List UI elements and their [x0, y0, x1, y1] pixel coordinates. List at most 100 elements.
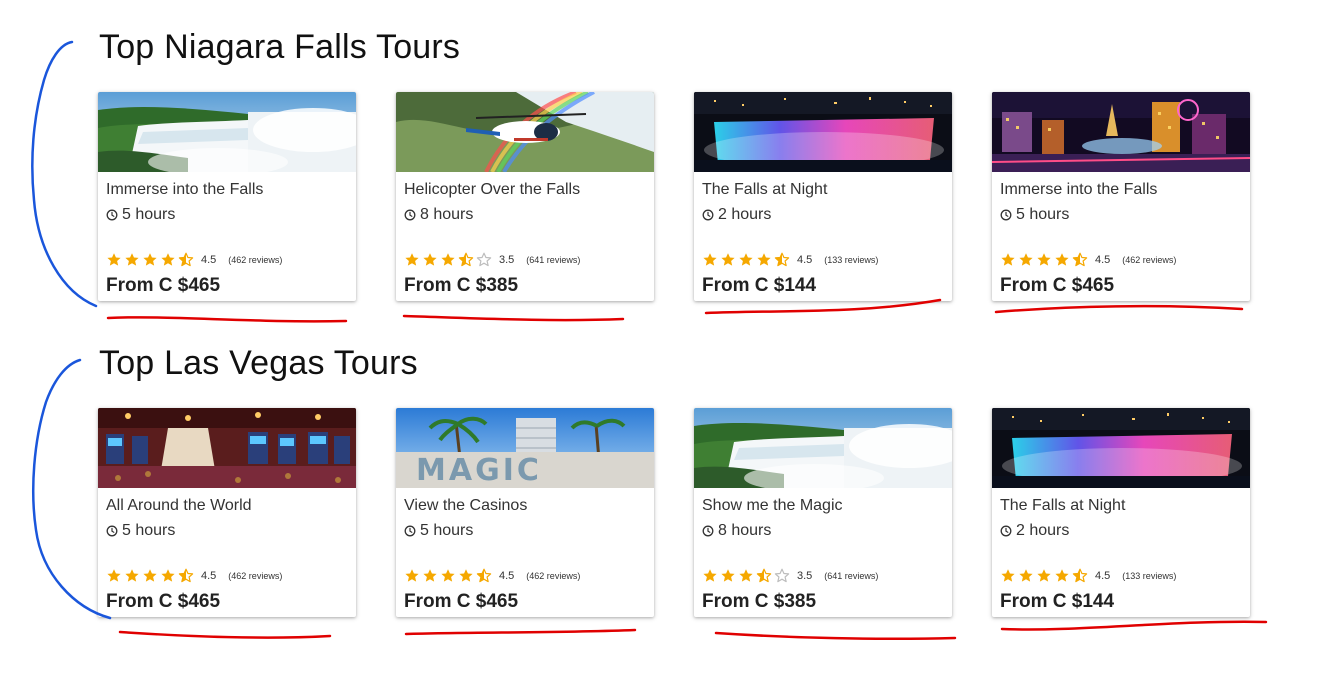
star-icon	[739, 253, 753, 266]
tour-rating: 4.5 (133 reviews)	[1000, 568, 1176, 584]
star-half-icon	[178, 568, 194, 583]
reviews-count[interactable]: (462 reviews)	[228, 571, 282, 581]
clock-icon	[702, 525, 714, 537]
tour-image[interactable]	[396, 92, 654, 172]
star-half-icon	[458, 252, 474, 267]
tour-image[interactable]	[98, 92, 356, 172]
tour-image[interactable]	[694, 408, 952, 488]
reviews-count[interactable]: (641 reviews)	[526, 255, 580, 265]
tour-rating: 4.5 (462 reviews)	[106, 252, 282, 268]
star-icon	[459, 569, 473, 582]
section-title-niagara: Top Niagara Falls Tours	[99, 28, 461, 66]
duration-text: 5 hours	[1016, 206, 1070, 223]
rating-value: 4.5	[1095, 570, 1111, 582]
duration-text: 5 hours	[122, 522, 176, 539]
star-icon	[1001, 253, 1015, 266]
section-title-las-vegas: Top Las Vegas Tours	[99, 344, 418, 382]
star-empty-icon	[774, 568, 790, 583]
tour-image[interactable]	[992, 92, 1250, 172]
tour-rating: 4.5 (462 reviews)	[404, 568, 580, 584]
annotation-underline	[106, 316, 348, 323]
tour-image[interactable]	[694, 92, 952, 172]
clock-icon	[404, 209, 416, 221]
rating-value: 3.5	[499, 254, 515, 266]
star-icon	[423, 253, 437, 266]
tour-cards-niagara: Immerse into the Falls 5 hours 4.5 (462 r…	[98, 92, 1278, 303]
tour-price: From C $385	[404, 275, 519, 296]
tour-duration: 5 hours	[404, 522, 473, 540]
star-icon	[107, 253, 121, 266]
star-icon	[703, 569, 717, 582]
tour-title[interactable]: All Around the World	[106, 497, 252, 515]
tour-duration: 2 hours	[702, 206, 771, 224]
annotation-underline	[994, 304, 1244, 314]
tour-card[interactable]: MAGIC View the Casinos 5 hours 4.5 (462 r…	[396, 408, 654, 617]
star-icon	[1019, 569, 1033, 582]
reviews-count[interactable]: (462 reviews)	[228, 255, 282, 265]
star-rating	[1000, 252, 1088, 268]
tour-cards-las-vegas: All Around the World 5 hours 4.5 (462 rev…	[98, 408, 1278, 619]
tour-title[interactable]: The Falls at Night	[702, 181, 827, 199]
annotation-underline	[1000, 620, 1268, 631]
star-icon	[1055, 253, 1069, 266]
tour-title[interactable]: View the Casinos	[404, 497, 527, 515]
star-rating	[404, 252, 492, 268]
tour-image[interactable]: MAGIC	[396, 408, 654, 488]
tour-card[interactable]: The Falls at Night 2 hours 4.5 (133 revie…	[694, 92, 952, 301]
star-rating	[1000, 568, 1088, 584]
reviews-count[interactable]: (462 reviews)	[526, 571, 580, 581]
star-icon	[1055, 569, 1069, 582]
tour-duration: 8 hours	[404, 206, 473, 224]
duration-text: 8 hours	[718, 522, 772, 539]
star-icon	[1019, 253, 1033, 266]
tour-title[interactable]: Helicopter Over the Falls	[404, 181, 580, 199]
tour-card[interactable]: Show me the Magic 8 hours 3.5 (641 review…	[694, 408, 952, 617]
annotation-underline	[118, 630, 332, 639]
clock-icon	[1000, 209, 1012, 221]
star-rating	[106, 252, 194, 268]
tour-duration: 5 hours	[1000, 206, 1069, 224]
tour-title[interactable]: Immerse into the Falls	[1000, 181, 1157, 199]
rating-value: 4.5	[201, 254, 217, 266]
star-icon	[1037, 569, 1051, 582]
star-icon	[703, 253, 717, 266]
tour-card[interactable]: Immerse into the Falls 5 hours 4.5 (462 r…	[98, 92, 356, 301]
tour-duration: 8 hours	[702, 522, 771, 540]
tour-price: From C $385	[702, 591, 817, 612]
star-empty-icon	[476, 252, 492, 267]
tour-rating: 4.5 (462 reviews)	[106, 568, 282, 584]
star-rating	[702, 568, 790, 584]
reviews-count[interactable]: (462 reviews)	[1122, 255, 1176, 265]
tour-duration: 2 hours	[1000, 522, 1069, 540]
star-icon	[125, 253, 139, 266]
tour-card[interactable]: All Around the World 5 hours 4.5 (462 rev…	[98, 408, 356, 617]
star-icon	[1037, 253, 1051, 266]
duration-text: 2 hours	[1016, 522, 1070, 539]
tour-image[interactable]	[98, 408, 356, 488]
reviews-count[interactable]: (133 reviews)	[824, 255, 878, 265]
tour-rating: 4.5 (462 reviews)	[1000, 252, 1176, 268]
annotation-underline	[404, 628, 637, 636]
star-icon	[441, 253, 455, 266]
clock-icon	[702, 209, 714, 221]
tour-title[interactable]: Immerse into the Falls	[106, 181, 263, 199]
tour-card[interactable]: Immerse into the Falls 5 hours 4.5 (462 r…	[992, 92, 1250, 301]
tour-price: From C $465	[404, 591, 519, 612]
star-icon	[161, 253, 175, 266]
rating-value: 4.5	[797, 254, 813, 266]
tour-card[interactable]: Helicopter Over the Falls 8 hours 3.5 (64…	[396, 92, 654, 301]
reviews-count[interactable]: (641 reviews)	[824, 571, 878, 581]
reviews-count[interactable]: (133 reviews)	[1122, 571, 1176, 581]
star-icon	[143, 569, 157, 582]
tour-card[interactable]: The Falls at Night 2 hours 4.5 (133 revie…	[992, 408, 1250, 617]
star-half-icon	[476, 568, 492, 583]
tour-image[interactable]	[992, 408, 1250, 488]
tour-title[interactable]: Show me the Magic	[702, 497, 843, 515]
star-rating	[702, 252, 790, 268]
tour-price: From C $465	[106, 275, 221, 296]
star-icon	[107, 569, 121, 582]
tour-title[interactable]: The Falls at Night	[1000, 497, 1125, 515]
star-icon	[125, 569, 139, 582]
duration-text: 5 hours	[420, 522, 474, 539]
rating-value: 4.5	[201, 570, 217, 582]
